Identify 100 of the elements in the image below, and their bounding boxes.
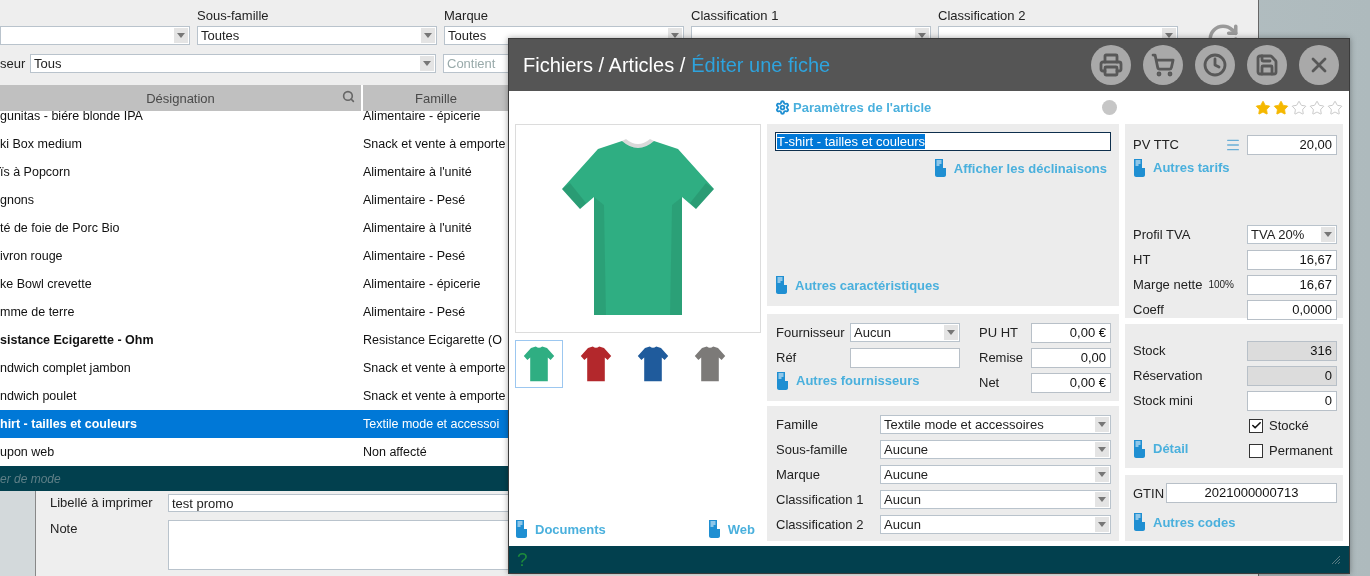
history-button[interactable] <box>1195 45 1235 85</box>
close-button[interactable] <box>1299 45 1339 85</box>
table-cell-text: Textile mode et accessoi <box>363 417 501 431</box>
field-label: Marque <box>776 467 822 482</box>
filter-select[interactable]: Toutes <box>197 26 437 45</box>
input-field[interactable]: 20,00 <box>1247 134 1337 155</box>
status-dot-icon <box>1102 100 1117 115</box>
field-label: PV TTC <box>1133 137 1179 152</box>
table-cell-text: gnons <box>0 193 36 207</box>
filter-label: seur <box>0 55 27 71</box>
field-label: Stock mini <box>1133 393 1194 408</box>
filter-label: Classification 1 <box>691 7 780 24</box>
field-label: Fournisseur <box>776 325 846 340</box>
dropdown-field[interactable]: Aucune <box>880 440 1111 459</box>
star-icon <box>1255 99 1271 116</box>
dropdown-field[interactable]: Textile mode et accessoires <box>880 415 1111 434</box>
checkbox-label: Permanent <box>1269 443 1333 458</box>
checkbox-label: Stocké <box>1269 418 1309 433</box>
field-label: Marge nette <box>1133 277 1203 292</box>
input-field[interactable]: 0,00 € <box>1031 372 1111 393</box>
table-cell-text: Alimentaire - Pesé <box>363 305 467 319</box>
table-cell-text: Non affecté <box>363 445 428 459</box>
column-header[interactable]: Désignation <box>0 85 361 111</box>
resize-grip-icon[interactable] <box>1331 554 1341 565</box>
table-cell-text: ndwich poulet <box>0 389 78 403</box>
field-label: Profil TVA <box>1133 227 1191 242</box>
field-label: PU HT <box>978 325 1019 340</box>
name-field[interactable]: T-shirt - tailles et couleurs <box>775 132 1111 151</box>
add-to-cart-button[interactable] <box>1143 45 1183 85</box>
table-cell-text: Alimentaire - Pesé <box>363 249 467 263</box>
table-cell: Snack et vente à emporte <box>363 389 507 403</box>
input-field[interactable]: 316 <box>1247 340 1337 361</box>
checkbox-box[interactable] <box>1249 443 1263 458</box>
vat-select[interactable]: TVA 20% <box>1247 225 1337 244</box>
save-icon <box>1255 53 1279 77</box>
search-icon[interactable] <box>342 90 355 103</box>
table-cell-text: ïs à Popcorn <box>0 165 72 179</box>
input-field[interactable] <box>850 347 960 368</box>
table-cell-text: Alimentaire à l'unité <box>363 165 473 179</box>
status-text: er de mode <box>0 471 61 486</box>
input-field[interactable]: 0 <box>1247 365 1337 386</box>
checkbox[interactable]: Permanent <box>1247 443 1337 458</box>
star-icon <box>1309 99 1325 116</box>
gear-icon <box>775 100 790 115</box>
breadcrumb: Fichiers / Articles / <box>523 53 686 77</box>
table-cell-text: ki Box medium <box>0 137 83 151</box>
table-cell-text: Alimentaire - épicerie <box>363 111 482 123</box>
input-field[interactable]: 0,00 <box>1031 347 1111 368</box>
filter-label: Classification 2 <box>938 7 1027 24</box>
input-field[interactable]: 2021000000713 <box>1166 483 1337 503</box>
table-cell-text: Alimentaire - épicerie <box>363 277 482 291</box>
input-field[interactable]: 0,0000 <box>1247 299 1337 320</box>
table-cell-text: ndwich complet jambon <box>0 361 132 375</box>
table-cell-text: sistance Ecigarette - Ohm <box>0 333 155 347</box>
label-printer-button[interactable] <box>1091 45 1131 85</box>
field-label: Net <box>978 375 1001 390</box>
filter-select[interactable]: Tous <box>30 53 436 73</box>
checkbox-box[interactable] <box>1249 418 1263 433</box>
cart-icon <box>1151 53 1175 77</box>
input-field[interactable]: 16,67 <box>1247 249 1337 270</box>
table-cell-text: Resistance Ecigarette (O <box>363 333 503 347</box>
checkbox[interactable]: Stocké <box>1247 418 1337 433</box>
field-label: Réf <box>776 350 798 365</box>
field-label: Sous-famille <box>776 442 849 457</box>
column-header[interactable]: Famille <box>363 85 509 111</box>
document-hand-icon <box>1133 158 1147 177</box>
table-cell-text: ke Bowl crevette <box>0 277 93 291</box>
table-cell-text: Alimentaire à l'unité <box>363 221 473 235</box>
star-icon <box>1291 99 1307 116</box>
dropdown-field[interactable]: Aucune <box>880 465 1111 484</box>
section-title: Paramètres de l'article <box>767 100 932 115</box>
document-hand-icon <box>707 520 722 538</box>
document-hand-icon <box>515 520 529 538</box>
input-field[interactable]: 0 <box>1247 390 1337 411</box>
dropdown-field[interactable]: Aucun <box>880 515 1111 534</box>
input-field[interactable]: 16,67 <box>1247 274 1337 295</box>
table-cell-text: mme de terre <box>0 305 76 319</box>
save-button[interactable] <box>1247 45 1287 85</box>
page-title: Éditer une fiche <box>691 53 831 77</box>
document-hand-icon <box>933 159 948 177</box>
field-label: GTIN <box>1133 485 1166 501</box>
dropdown-field[interactable]: Aucun <box>880 490 1111 509</box>
filter-label: Sous-famille <box>197 7 270 24</box>
document-hand-icon <box>776 371 790 390</box>
image-thumbnail[interactable] <box>515 340 563 388</box>
field-label: Classification 2 <box>776 517 865 532</box>
table-cell-text: gunitas - biére blonde IPA <box>0 111 144 123</box>
field-label: Note <box>50 520 79 536</box>
input-field[interactable]: 0,00 € <box>1031 322 1111 343</box>
clock-icon <box>1203 53 1227 77</box>
document-hand-icon <box>775 276 789 294</box>
field-label: Stock <box>1133 343 1167 358</box>
table-cell-text: upon web <box>0 445 56 459</box>
field-label: Famille <box>776 417 819 432</box>
field-label: Remise <box>978 350 1025 365</box>
field-label: Classification 1 <box>776 492 865 507</box>
field-label: Libellé à imprimer <box>50 494 154 510</box>
supplier-select[interactable]: Aucun <box>850 323 960 342</box>
field-label: Réservation <box>1133 368 1204 383</box>
table-cell-text: té de foie de Porc Bio <box>0 221 121 235</box>
